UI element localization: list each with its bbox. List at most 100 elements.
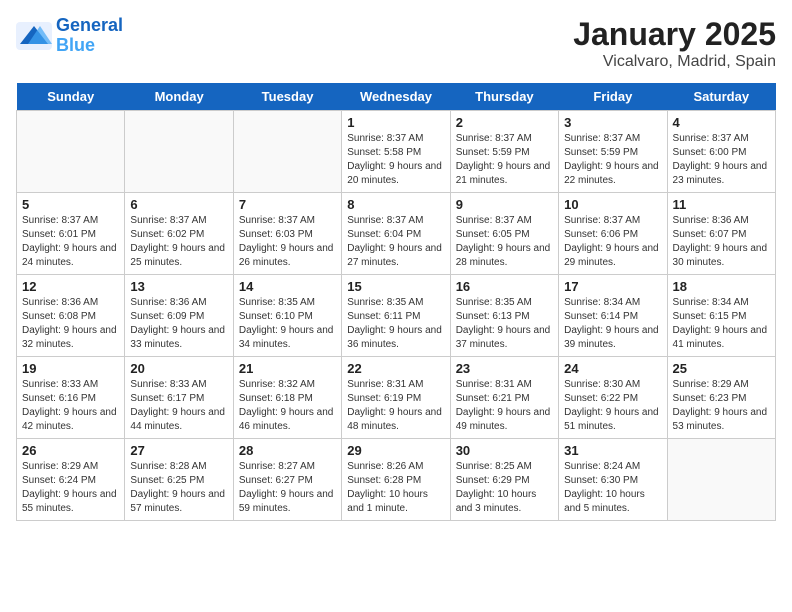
calendar-cell: [233, 111, 341, 193]
day-detail: Sunrise: 8:37 AM Sunset: 6:05 PM Dayligh…: [456, 214, 553, 270]
day-detail: Sunrise: 8:35 AM Sunset: 6:13 PM Dayligh…: [456, 296, 553, 352]
calendar-cell: 24Sunrise: 8:30 AM Sunset: 6:22 PM Dayli…: [559, 357, 667, 439]
day-number: 7: [239, 197, 336, 212]
day-detail: Sunrise: 8:37 AM Sunset: 5:59 PM Dayligh…: [564, 132, 661, 188]
calendar-body: 1Sunrise: 8:37 AM Sunset: 5:58 PM Daylig…: [17, 111, 776, 521]
month-title: January 2025: [573, 16, 776, 53]
day-detail: Sunrise: 8:26 AM Sunset: 6:28 PM Dayligh…: [347, 460, 444, 516]
day-detail: Sunrise: 8:25 AM Sunset: 6:29 PM Dayligh…: [456, 460, 553, 516]
day-detail: Sunrise: 8:33 AM Sunset: 6:16 PM Dayligh…: [22, 378, 119, 434]
calendar-cell: 16 Sunrise: 8:35 AM Sunset: 6:13 PM Dayli…: [450, 275, 558, 357]
day-number: 3: [564, 115, 661, 130]
day-number: 8: [347, 197, 444, 212]
day-number: 21: [239, 361, 336, 376]
day-number: 20: [130, 361, 227, 376]
logo-line1: General: [56, 15, 123, 35]
calendar-cell: 19 Sunrise: 8:33 AM Sunset: 6:16 PM Dayli…: [17, 357, 125, 439]
day-detail: Sunrise: 8:37 AM Sunset: 6:06 PM Dayligh…: [564, 214, 661, 270]
day-number: 30: [456, 443, 553, 458]
calendar-cell: 27Sunrise: 8:28 AM Sunset: 6:25 PM Dayli…: [125, 439, 233, 521]
logo: General Blue: [16, 16, 123, 56]
weekday-header: Sunday: [17, 83, 125, 111]
calendar-cell: 10 Sunrise: 8:37 AM Sunset: 6:06 PM Dayli…: [559, 193, 667, 275]
calendar-cell: [17, 111, 125, 193]
calendar-cell: 14 Sunrise: 8:35 AM Sunset: 6:10 PM Dayli…: [233, 275, 341, 357]
day-number: 25: [673, 361, 770, 376]
day-detail: Sunrise: 8:31 AM Sunset: 6:19 PM Dayligh…: [347, 378, 444, 434]
calendar-cell: 26Sunrise: 8:29 AM Sunset: 6:24 PM Dayli…: [17, 439, 125, 521]
day-number: 31: [564, 443, 661, 458]
calendar-cell: 23 Sunrise: 8:31 AM Sunset: 6:21 PM Dayli…: [450, 357, 558, 439]
day-number: 6: [130, 197, 227, 212]
day-detail: Sunrise: 8:37 AM Sunset: 6:03 PM Dayligh…: [239, 214, 336, 270]
day-number: 16: [456, 279, 553, 294]
calendar-header: SundayMondayTuesdayWednesdayThursdayFrid…: [17, 83, 776, 111]
day-number: 9: [456, 197, 553, 212]
day-number: 22: [347, 361, 444, 376]
day-number: 11: [673, 197, 770, 212]
calendar-cell: 1Sunrise: 8:37 AM Sunset: 5:58 PM Daylig…: [342, 111, 450, 193]
calendar-cell: 8Sunrise: 8:37 AM Sunset: 6:04 PM Daylig…: [342, 193, 450, 275]
day-detail: Sunrise: 8:34 AM Sunset: 6:15 PM Dayligh…: [673, 296, 770, 352]
calendar-cell: 4Sunrise: 8:37 AM Sunset: 6:00 PM Daylig…: [667, 111, 775, 193]
logo-text: General Blue: [56, 16, 123, 56]
day-detail: Sunrise: 8:37 AM Sunset: 6:02 PM Dayligh…: [130, 214, 227, 270]
day-detail: Sunrise: 8:34 AM Sunset: 6:14 PM Dayligh…: [564, 296, 661, 352]
day-number: 18: [673, 279, 770, 294]
day-number: 10: [564, 197, 661, 212]
day-detail: Sunrise: 8:37 AM Sunset: 6:01 PM Dayligh…: [22, 214, 119, 270]
day-number: 26: [22, 443, 119, 458]
weekday-header: Wednesday: [342, 83, 450, 111]
calendar-cell: 18 Sunrise: 8:34 AM Sunset: 6:15 PM Dayli…: [667, 275, 775, 357]
calendar-cell: 29 Sunrise: 8:26 AM Sunset: 6:28 PM Dayli…: [342, 439, 450, 521]
calendar-cell: 6 Sunrise: 8:37 AM Sunset: 6:02 PM Daylig…: [125, 193, 233, 275]
calendar-cell: 28 Sunrise: 8:27 AM Sunset: 6:27 PM Dayli…: [233, 439, 341, 521]
day-detail: Sunrise: 8:37 AM Sunset: 5:59 PM Dayligh…: [456, 132, 553, 188]
calendar-week: 1Sunrise: 8:37 AM Sunset: 5:58 PM Daylig…: [17, 111, 776, 193]
calendar-cell: 17 Sunrise: 8:34 AM Sunset: 6:14 PM Dayli…: [559, 275, 667, 357]
day-number: 27: [130, 443, 227, 458]
day-number: 13: [130, 279, 227, 294]
weekday-header: Monday: [125, 83, 233, 111]
calendar-table: SundayMondayTuesdayWednesdayThursdayFrid…: [16, 83, 776, 521]
calendar-week: 5 Sunrise: 8:37 AM Sunset: 6:01 PM Daylig…: [17, 193, 776, 275]
day-number: 28: [239, 443, 336, 458]
day-detail: Sunrise: 8:35 AM Sunset: 6:11 PM Dayligh…: [347, 296, 444, 352]
calendar-cell: 25 Sunrise: 8:29 AM Sunset: 6:23 PM Dayli…: [667, 357, 775, 439]
day-number: 5: [22, 197, 119, 212]
day-detail: Sunrise: 8:37 AM Sunset: 5:58 PM Dayligh…: [347, 132, 444, 188]
day-number: 29: [347, 443, 444, 458]
day-detail: Sunrise: 8:33 AM Sunset: 6:17 PM Dayligh…: [130, 378, 227, 434]
day-detail: Sunrise: 8:29 AM Sunset: 6:23 PM Dayligh…: [673, 378, 770, 434]
calendar-cell: [125, 111, 233, 193]
calendar-cell: 11 Sunrise: 8:36 AM Sunset: 6:07 PM Dayli…: [667, 193, 775, 275]
weekday-header: Friday: [559, 83, 667, 111]
day-number: 12: [22, 279, 119, 294]
day-number: 19: [22, 361, 119, 376]
day-detail: Sunrise: 8:31 AM Sunset: 6:21 PM Dayligh…: [456, 378, 553, 434]
calendar-cell: 30 Sunrise: 8:25 AM Sunset: 6:29 PM Dayli…: [450, 439, 558, 521]
calendar-week: 19 Sunrise: 8:33 AM Sunset: 6:16 PM Dayli…: [17, 357, 776, 439]
calendar-week: 26Sunrise: 8:29 AM Sunset: 6:24 PM Dayli…: [17, 439, 776, 521]
day-number: 15: [347, 279, 444, 294]
calendar-cell: 7 Sunrise: 8:37 AM Sunset: 6:03 PM Daylig…: [233, 193, 341, 275]
day-detail: Sunrise: 8:36 AM Sunset: 6:07 PM Dayligh…: [673, 214, 770, 270]
day-detail: Sunrise: 8:27 AM Sunset: 6:27 PM Dayligh…: [239, 460, 336, 516]
title-block: January 2025 Vicalvaro, Madrid, Spain: [573, 16, 776, 71]
calendar-cell: [667, 439, 775, 521]
calendar-cell: 31Sunrise: 8:24 AM Sunset: 6:30 PM Dayli…: [559, 439, 667, 521]
calendar-cell: 22 Sunrise: 8:31 AM Sunset: 6:19 PM Dayli…: [342, 357, 450, 439]
day-number: 23: [456, 361, 553, 376]
calendar-cell: 12Sunrise: 8:36 AM Sunset: 6:08 PM Dayli…: [17, 275, 125, 357]
day-detail: Sunrise: 8:32 AM Sunset: 6:18 PM Dayligh…: [239, 378, 336, 434]
calendar-cell: 20 Sunrise: 8:33 AM Sunset: 6:17 PM Dayli…: [125, 357, 233, 439]
location-title: Vicalvaro, Madrid, Spain: [573, 53, 776, 71]
weekday-header: Thursday: [450, 83, 558, 111]
calendar-cell: 21 Sunrise: 8:32 AM Sunset: 6:18 PM Dayli…: [233, 357, 341, 439]
calendar-cell: 13Sunrise: 8:36 AM Sunset: 6:09 PM Dayli…: [125, 275, 233, 357]
day-detail: Sunrise: 8:35 AM Sunset: 6:10 PM Dayligh…: [239, 296, 336, 352]
day-number: 17: [564, 279, 661, 294]
logo-line2: Blue: [56, 35, 95, 55]
day-number: 2: [456, 115, 553, 130]
day-number: 14: [239, 279, 336, 294]
